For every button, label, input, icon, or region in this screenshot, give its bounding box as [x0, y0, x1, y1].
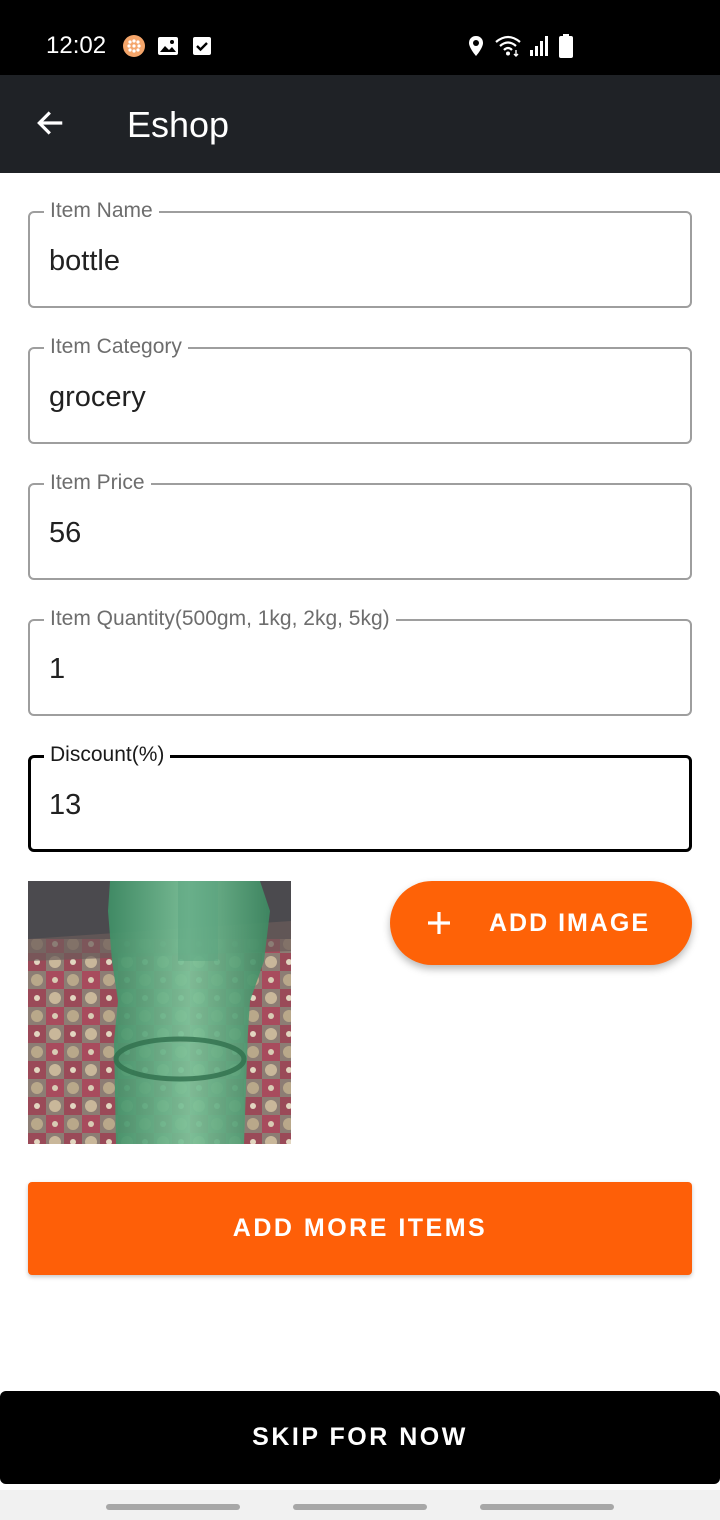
add-image-button[interactable]: ADD IMAGE — [390, 881, 692, 965]
discount-label: Discount(%) — [44, 741, 171, 769]
back-button[interactable] — [22, 95, 78, 151]
arrow-left-icon — [37, 111, 63, 135]
gallery-icon — [158, 37, 178, 55]
item-category-field: Item Category — [28, 333, 692, 444]
item-name-field: Item Name — [28, 197, 692, 308]
add-more-items-button[interactable]: ADD MORE ITEMS — [28, 1182, 692, 1275]
bottle-photo — [28, 881, 291, 1144]
app-notification-icon — [123, 35, 145, 57]
app-bar: Eshop — [0, 75, 720, 173]
item-price-field: Item Price — [28, 469, 692, 580]
add-image-label: ADD IMAGE — [489, 909, 651, 937]
status-time: 12:02 — [46, 32, 107, 59]
page-title: Eshop — [127, 104, 230, 145]
product-image — [28, 881, 291, 1144]
nav-recents-handle[interactable] — [106, 1504, 240, 1510]
system-nav-bar — [0, 1490, 720, 1520]
item-quantity-field: Item Quantity(500gm, 1kg, 2kg, 5kg) — [28, 605, 692, 716]
checkbox-icon — [193, 37, 211, 55]
skip-for-now-label: SKIP FOR NOW — [252, 1423, 468, 1451]
discount-input[interactable] — [49, 785, 669, 825]
nav-home-handle[interactable] — [293, 1504, 427, 1510]
item-category-label: Item Category — [44, 333, 188, 361]
item-price-input[interactable] — [49, 513, 669, 553]
status-bar: 12:02 — [0, 0, 720, 75]
skip-for-now-button[interactable]: SKIP FOR NOW — [0, 1391, 720, 1484]
nav-back-handle[interactable] — [480, 1504, 614, 1510]
signal-icon — [530, 36, 548, 56]
item-price-label: Item Price — [44, 469, 151, 497]
item-category-input[interactable] — [49, 377, 669, 417]
add-more-items-label: ADD MORE ITEMS — [232, 1214, 488, 1242]
wifi-icon — [495, 35, 521, 57]
item-quantity-input[interactable] — [49, 649, 669, 689]
plus-icon — [428, 912, 450, 934]
item-quantity-label: Item Quantity(500gm, 1kg, 2kg, 5kg) — [44, 605, 396, 633]
battery-icon — [559, 34, 573, 58]
discount-field: Discount(%) — [28, 741, 692, 852]
item-name-input[interactable] — [49, 241, 669, 281]
item-name-label: Item Name — [44, 197, 159, 225]
location-icon — [469, 36, 483, 56]
